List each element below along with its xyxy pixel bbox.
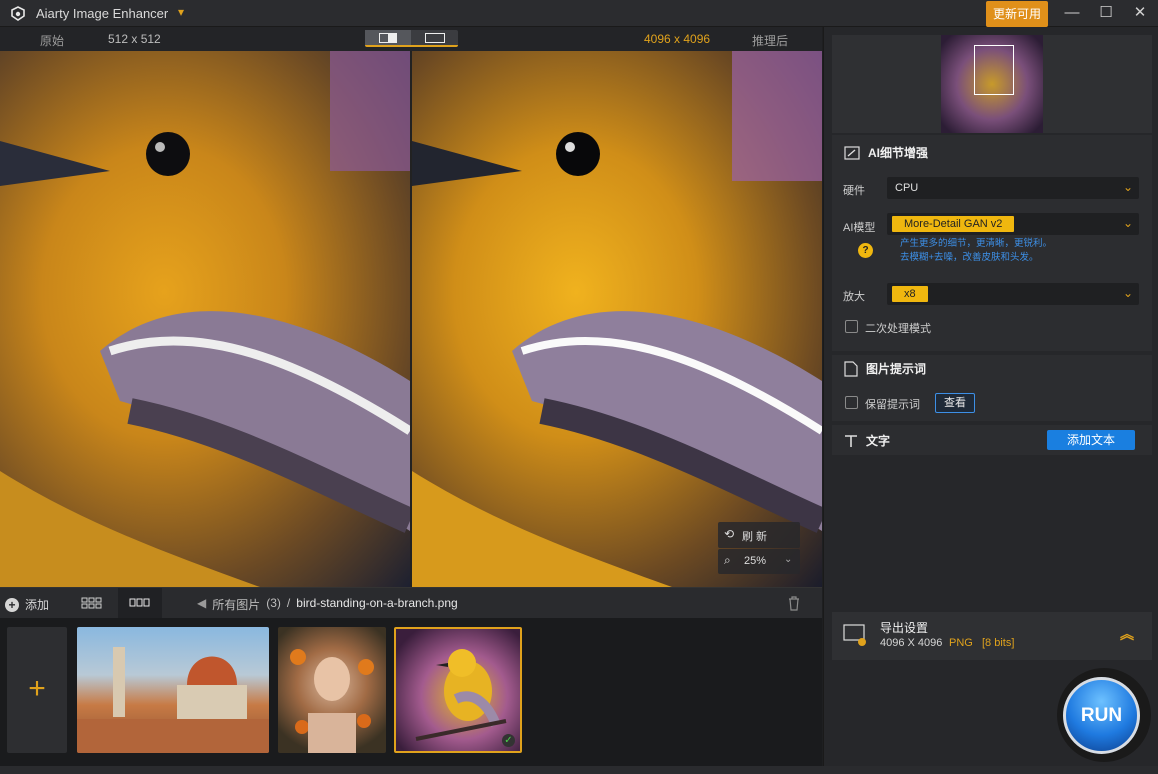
bird-original-illustration — [0, 51, 410, 587]
grid-view-icon — [81, 597, 102, 609]
model-desc-line1: 产生更多的细节，更清晰，更锐利。 — [900, 238, 1053, 249]
split-view-button[interactable] — [365, 30, 411, 45]
app-logo-icon — [11, 6, 25, 21]
scale-select[interactable]: x8 ⌄ — [887, 283, 1139, 305]
refresh-button[interactable]: ⟲ 刷 新 — [718, 522, 800, 548]
result-label: 推理后 — [752, 34, 789, 48]
add-text-button[interactable]: 添加文本 — [1047, 430, 1135, 450]
scale-label: 放大 — [843, 291, 865, 303]
breadcrumb-separator: / — [286, 596, 291, 610]
ai-section-title: AI细节增强 — [868, 146, 929, 160]
refresh-label: 刷 新 — [742, 531, 768, 543]
export-bits: [8 bits] — [982, 637, 1015, 649]
hardware-label: 硬件 — [843, 185, 865, 197]
side-by-side-icon[interactable] — [425, 33, 445, 43]
model-label: AI模型 — [843, 222, 876, 234]
ai-enhance-section: AI细节增强 硬件 CPU ⌄ AI模型 More-Detail GAN v2 … — [832, 135, 1152, 351]
text-section-header: 文字 — [844, 432, 890, 449]
chevron-down-icon: ⌄ — [1122, 216, 1133, 230]
chevron-down-icon: ⌄ — [1122, 286, 1133, 300]
zoom-icon: ⌕ — [724, 553, 731, 567]
thumbnail-strip: + ✓ — [0, 618, 822, 766]
export-format: PNG — [949, 637, 973, 649]
second-pass-label: 二次处理模式 — [865, 323, 931, 335]
breadcrumb: ◀ 所有图片 (3) / bird-standing-on-a-branch.p… — [197, 596, 458, 613]
selected-check-icon: ✓ — [502, 734, 515, 747]
current-filename: bird-standing-on-a-branch.png — [296, 596, 458, 610]
thumbnail-bird-standing-on-a-branch[interactable]: ✓ — [394, 627, 522, 753]
chevron-down-icon: ⌄ — [1122, 180, 1133, 194]
trash-icon[interactable] — [787, 595, 801, 611]
export-settings-icon — [843, 624, 866, 646]
image-compare-area[interactable]: ⟲ 刷 新 ⌕ 25% ⌄ — [0, 51, 822, 587]
prompt-section-title: 图片提示词 — [866, 362, 927, 376]
hardware-select[interactable]: CPU ⌄ — [887, 177, 1139, 199]
zoom-value: 25% — [744, 555, 767, 567]
enhanced-image — [412, 51, 822, 587]
original-label: 原始 — [40, 34, 65, 48]
app-title: Aiarty Image Enhancer — [36, 6, 169, 21]
grid-view-button[interactable] — [72, 588, 112, 619]
ai-section-header: AI细节增强 — [844, 144, 928, 161]
scale-value: x8 — [892, 286, 928, 302]
export-size: 4096 X 4096 — [880, 637, 943, 649]
text-section-title: 文字 — [866, 434, 891, 448]
bird-enhanced-illustration — [412, 51, 822, 587]
view-prompt-button[interactable]: 查看 — [935, 393, 975, 413]
help-icon[interactable]: ? — [858, 243, 873, 258]
navigator-preview[interactable] — [832, 35, 1152, 133]
close-button[interactable]: ✕ — [1128, 3, 1152, 23]
title-bar: Aiarty Image Enhancer ▾ 更新可用 — ☐ ✕ — [0, 0, 1158, 27]
original-image — [0, 51, 410, 587]
filmstrip-view-icon — [129, 598, 150, 607]
bird-thumbnail-illustration — [415, 649, 507, 741]
breadcrumb-all-images[interactable]: 所有图片 — [212, 596, 260, 613]
update-available-button[interactable]: 更新可用 — [986, 1, 1048, 27]
settings-panel: AI细节增强 硬件 CPU ⌄ AI模型 More-Detail GAN v2 … — [823, 27, 1158, 766]
add-label: 添加 — [25, 598, 50, 612]
filmstrip-view-button[interactable] — [118, 588, 162, 619]
back-arrow-icon[interactable]: ◀ — [197, 596, 206, 613]
add-circle-icon: + — [5, 597, 19, 612]
refresh-icon: ⟲ — [724, 527, 735, 541]
text-section: 文字 添加文本 — [832, 425, 1152, 455]
export-title: 导出设置 — [880, 621, 929, 635]
thumbnail-woman-with-flowers[interactable] — [278, 627, 386, 753]
document-icon — [844, 360, 858, 377]
model-value: More-Detail GAN v2 — [892, 216, 1015, 232]
breadcrumb-count: (3) — [266, 596, 281, 610]
compare-header: 原始 512 x 512 4096 x 4096 推理后 — [0, 27, 822, 51]
add-image-button[interactable]: + 添加 — [5, 596, 49, 613]
model-description: 产生更多的细节，更清晰，更锐利。 去模糊+去噪，改善皮肤和头发。 — [900, 237, 1052, 265]
minimize-button[interactable]: — — [1060, 3, 1084, 23]
original-size: 512 x 512 — [108, 32, 161, 46]
prompt-section: 图片提示词 保留提示词 查看 — [832, 355, 1152, 421]
text-icon — [845, 434, 857, 447]
split-view-icon — [379, 33, 397, 43]
zoom-select[interactable]: ⌕ 25% ⌄ — [718, 549, 800, 574]
status-bar — [0, 766, 1158, 774]
thumbnail-florence-cathedral[interactable] — [77, 627, 269, 753]
expand-up-icon[interactable]: ︽ — [1120, 624, 1134, 644]
file-bar: + 添加 ◀ 所有图片 (3) / bird-standing-on-a-bra… — [0, 587, 822, 619]
keep-prompt-checkbox[interactable] — [845, 396, 858, 409]
add-image-tile[interactable]: + — [7, 627, 67, 753]
hardware-value: CPU — [895, 182, 919, 194]
export-settings[interactable]: 导出设置 4096 X 4096 PNG [8 bits] ︽ — [832, 612, 1152, 660]
zoom-chevron-icon: ⌄ — [784, 554, 793, 565]
prompt-section-header: 图片提示词 — [844, 360, 926, 377]
portrait-illustration — [290, 649, 374, 753]
result-size: 4096 x 4096 — [644, 32, 711, 46]
view-mode-toggle[interactable] — [365, 30, 458, 47]
maximize-button[interactable]: ☐ — [1094, 3, 1118, 23]
model-desc-line2: 去模糊+去噪，改善皮肤和头发。 — [900, 252, 1039, 263]
model-select[interactable]: More-Detail GAN v2 ⌄ — [887, 213, 1139, 235]
second-pass-checkbox[interactable] — [845, 320, 858, 333]
keep-prompt-label: 保留提示词 — [865, 399, 920, 411]
ai-enhance-icon — [844, 145, 860, 160]
cathedral-illustration — [77, 647, 269, 753]
run-button[interactable]: RUN — [1063, 677, 1140, 754]
navigator-viewport-frame[interactable] — [974, 45, 1014, 95]
app-menu-chevron-icon[interactable]: ▾ — [178, 5, 184, 19]
